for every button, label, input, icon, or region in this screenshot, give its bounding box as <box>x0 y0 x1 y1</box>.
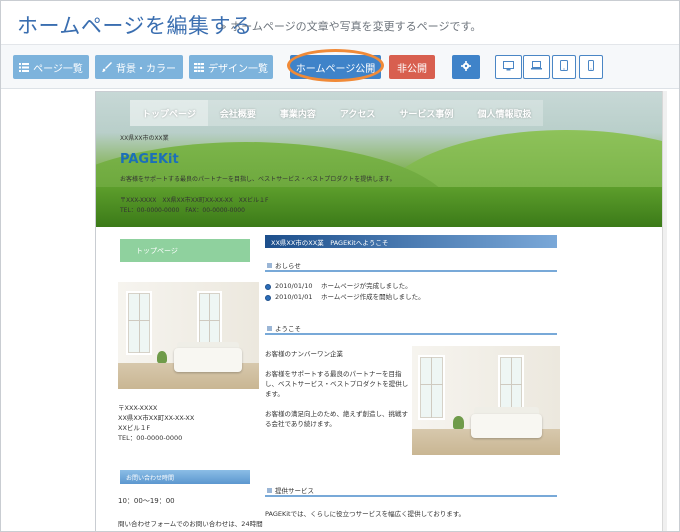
news-list: 2010/01/10 ホームページが完成しました。 2010/01/01 ホーム… <box>265 281 425 303</box>
site-preview: トップページ 会社概要 事業内容 アクセス サービス事例 個人情報取扱 XX県X… <box>95 91 665 531</box>
nav-item-top[interactable]: トップページ <box>130 100 208 126</box>
text-line: お客様のナンバーワン企業 <box>265 350 343 358</box>
hero-phone: TEL：00-0000-0000 FAX：00-0000-0000 <box>120 207 245 214</box>
view-tablet-button[interactable] <box>552 55 576 79</box>
welcome-heading: ようこそ <box>265 323 557 335</box>
view-phone-button[interactable] <box>579 55 603 79</box>
page-subtitle: » ホームページの文章や写真を変更するページです。 <box>220 20 482 33</box>
hero-address: 〒XXX-XXXX XX県XX市XX町XX-XX-XX XXビル１F <box>120 197 269 204</box>
hero-description: お客様をサポートする最良のパートナーを目指し、ベストサービス・ベストプロダクトを… <box>120 176 396 183</box>
page-list-label: ページ一覧 <box>33 63 83 75</box>
view-laptop-button[interactable] <box>523 55 550 79</box>
address-line: XX県XX市XX町XX-XX-XX <box>118 414 195 422</box>
list-item: 2010/01/01 ホームページ作成を開始しました。 <box>265 292 425 303</box>
sofa <box>471 413 543 438</box>
address-line: TEL：00-0000-0000 <box>118 434 183 442</box>
contact-hours: 10：00〜19：00 <box>118 497 175 505</box>
bullet-icon <box>265 283 271 290</box>
background-color-label: 背景・カラー <box>116 63 176 75</box>
nav-item-business[interactable]: 事業内容 <box>268 100 328 126</box>
editor-toolbar: ページ一覧 背景・カラー デザイン一覧 ホームページ公開 非公開 <box>1 45 679 89</box>
brush-icon <box>102 62 112 72</box>
text-line: る会社であり続けます。 <box>265 420 336 428</box>
page-title: ホームページを編集する <box>17 14 253 38</box>
news-date: 2010/01/01 <box>275 293 313 301</box>
nav-item-cases[interactable]: サービス事例 <box>387 100 465 126</box>
unpublish-button[interactable]: 非公開 <box>389 55 435 79</box>
room-image[interactable] <box>412 346 560 455</box>
publish-homepage-button[interactable]: ホームページ公開 <box>290 55 381 79</box>
site-brand[interactable]: PAGEKit <box>120 152 179 167</box>
hero-banner: トップページ 会社概要 事業内容 アクセス サービス事例 個人情報取扱 XX県X… <box>96 92 664 227</box>
welcome-header: XX県XX市のXX業 PAGEKitへようこそ <box>265 235 557 248</box>
text-line: ます。 <box>265 390 284 398</box>
text-line <box>265 399 408 409</box>
text-line <box>265 359 408 369</box>
service-text: PAGEKitでは、くらしに役立つサービスを幅広く提供しております。 <box>265 510 466 518</box>
desktop-icon <box>503 60 514 74</box>
text-line: お客様をサポートする最良のパートナーを目指 <box>265 370 402 378</box>
editor-window: ホームページを編集する » ホームページの文章や写真を変更するページです。 ペー… <box>0 0 680 532</box>
page-header: ホームページを編集する » ホームページの文章や写真を変更するページです。 <box>1 1 679 45</box>
hero-tagline: XX県XX市のXX業 <box>120 135 169 142</box>
preview-scrollbar[interactable] <box>662 91 667 531</box>
nav-item-company[interactable]: 会社概要 <box>208 100 268 126</box>
grid-icon <box>194 62 204 72</box>
site-nav: トップページ 会社概要 事業内容 アクセス サービス事例 個人情報取扱 <box>130 100 544 126</box>
address-line: XXビル１F <box>118 424 151 432</box>
nav-item-privacy[interactable]: 個人情報取扱 <box>465 100 543 126</box>
room-window <box>417 354 445 421</box>
news-date: 2010/01/10 <box>275 282 313 290</box>
sofa <box>174 348 243 372</box>
page-list-button[interactable]: ページ一覧 <box>13 55 89 79</box>
list-item: 2010/01/10 ホームページが完成しました。 <box>265 281 425 292</box>
address-line: 〒XXX-XXXX <box>118 404 158 412</box>
contact-hours-label: お問い合わせ時間 <box>120 470 250 484</box>
text-line: し、ベストサービス・ベストプロダクトを提供し <box>265 380 409 388</box>
settings-button[interactable] <box>452 55 480 79</box>
news-text: ホームページ作成を開始しました。 <box>321 293 425 301</box>
sidebar-address: 〒XXX-XXXX XX県XX市XX町XX-XX-XX XXビル１F TEL：0… <box>118 403 194 443</box>
bullet-icon <box>265 294 271 301</box>
phone-icon <box>588 60 594 74</box>
room-plant <box>157 350 168 364</box>
text-line: お客様の満足向上のため、絶えず創造し、挑戦す <box>265 410 408 418</box>
nav-item-access[interactable]: アクセス <box>328 100 388 126</box>
room-window <box>126 290 152 355</box>
welcome-text: お客様のナンバーワン企業 お客様をサポートする最良のパートナーを目指 し、ベスト… <box>265 349 408 429</box>
gear-icon <box>461 60 471 74</box>
background-color-button[interactable]: 背景・カラー <box>95 55 183 79</box>
tablet-icon <box>560 60 568 74</box>
service-heading: 提供サービス <box>265 485 557 497</box>
view-desktop-button[interactable] <box>495 55 522 79</box>
news-heading: おしらせ <box>265 260 557 272</box>
laptop-icon <box>531 61 542 73</box>
design-list-label: デザイン一覧 <box>208 63 268 75</box>
room-plant <box>453 415 464 429</box>
room-image[interactable] <box>118 282 259 389</box>
design-list-button[interactable]: デザイン一覧 <box>189 55 273 79</box>
list-icon <box>19 62 30 72</box>
sidebar-top-page-button[interactable]: トップページ <box>120 239 250 262</box>
contact-note: 問い合わせフォームでのお問い合わせは、24時間 <box>118 520 263 528</box>
news-text: ホームページが完成しました。 <box>321 282 412 290</box>
